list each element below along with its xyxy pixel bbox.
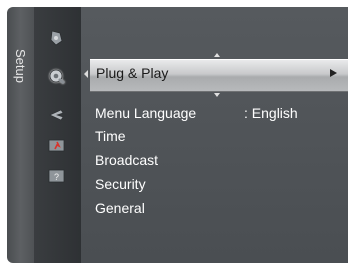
menu-item-broadcast[interactable]: Broadcast (95, 152, 158, 168)
svg-text:?: ? (54, 172, 59, 182)
picture-icon[interactable] (46, 30, 68, 46)
menu-language-value: : English (244, 105, 298, 121)
application-icon[interactable] (46, 138, 68, 154)
tv-osd-menu: Setup ? Plug & Play Menu Language : Engl… (0, 0, 348, 271)
input-icon[interactable] (46, 107, 68, 123)
menu-item-general[interactable]: General (95, 200, 145, 216)
menu-item-security[interactable]: Security (95, 176, 146, 192)
menu-item-menu-language[interactable]: Menu Language (95, 105, 196, 121)
scroll-down-arrow-icon[interactable] (214, 93, 220, 97)
menu-item-plug-and-play-label: Plug & Play (96, 65, 169, 81)
menu-item-time[interactable]: Time (95, 128, 126, 144)
setup-gear-icon[interactable] (46, 68, 68, 84)
scroll-up-arrow-icon[interactable] (214, 53, 220, 57)
selection-pointer-icon (84, 70, 88, 78)
menu-tab-label: Setup (13, 49, 28, 83)
submenu-arrow-icon (330, 69, 337, 77)
support-icon[interactable]: ? (46, 168, 68, 184)
